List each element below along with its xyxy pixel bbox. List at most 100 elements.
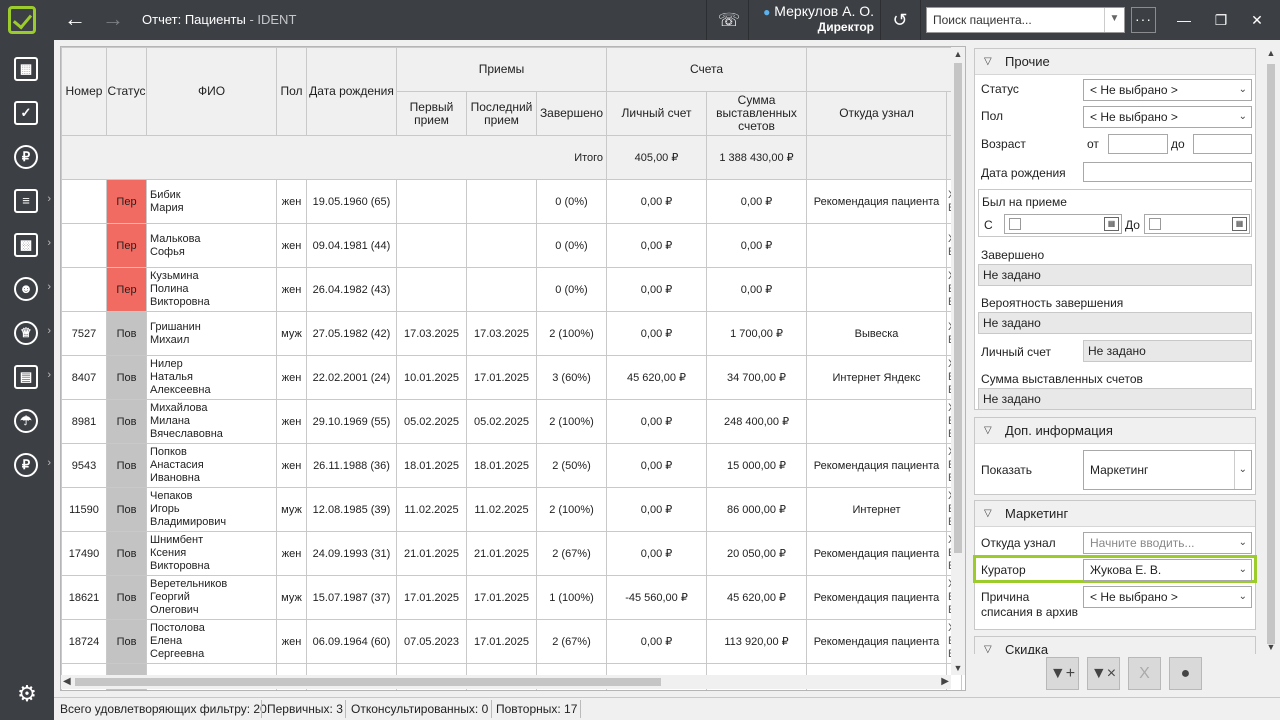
apply-filter-button[interactable]: ▼+ [1046, 657, 1079, 690]
nav-patients[interactable]: ☻ › [0, 269, 54, 309]
close-button[interactable]: ✕ [1245, 8, 1269, 32]
show-select[interactable]: Маркетинг ⌄ [1083, 450, 1252, 490]
scroll-down-icon[interactable]: ▼ [951, 663, 965, 673]
scroll-up-icon[interactable]: ▲ [951, 49, 965, 59]
umbrella-icon: ☂ [14, 409, 38, 433]
nav-inventory[interactable]: ▤ › [0, 357, 54, 397]
nav-insurance[interactable]: ☂ [0, 401, 54, 441]
table-row[interactable]: 18724 Пов Постолова Елена Сергеевна жен 06.09.… [61, 619, 963, 664]
cell-completed: 2 (100%) [535, 399, 608, 444]
probability-range[interactable]: Не задано [978, 312, 1252, 334]
nav-dental[interactable]: ♕ › [0, 313, 54, 353]
table-row[interactable]: Пер Малькова Софья жен 09.04.1981 (44) 0 (0%)… [61, 223, 963, 268]
filter-add-icon: ▼+ [1049, 665, 1076, 682]
sex-select[interactable]: < Не выбрано > ⌄ [1083, 106, 1252, 128]
header-source[interactable]: Откуда узнал [806, 91, 948, 136]
nav-calculator[interactable]: ≡ › [0, 181, 54, 221]
maximize-button[interactable]: ❐ [1209, 8, 1233, 32]
table-row[interactable]: 8981 Пов Михайлова Милана Вячеславовна жен 29.… [61, 399, 963, 444]
nav-visits[interactable]: ✓ [0, 93, 54, 133]
header-personal-account[interactable]: Личный счет [606, 91, 708, 136]
forward-arrow-icon[interactable]: → [98, 6, 128, 34]
cell-birth: 12.08.1985 (39) [306, 487, 397, 532]
refresh-icon[interactable]: ↺ [886, 8, 914, 32]
archive-reason-select[interactable]: < Не выбрано > ⌄ [1083, 586, 1252, 608]
message-button[interactable]: ● [1169, 657, 1202, 690]
header-birth[interactable]: Дата рождения [306, 47, 397, 136]
header-invoiced-sum[interactable]: Сумма выставленных счетов [706, 91, 808, 136]
section-header-other[interactable]: ▽ Прочие [975, 49, 1255, 75]
chevron-down-icon: ▽ [984, 644, 992, 654]
scroll-up-icon[interactable]: ▲ [1264, 48, 1278, 58]
scroll-thumb[interactable] [75, 678, 661, 686]
cell-personal-account: 0,00 ₽ [606, 267, 708, 312]
age-from-input[interactable] [1108, 134, 1168, 154]
table-row[interactable]: 7527 Пов Гришанин Михаил муж 27.05.1982 (42) 1… [61, 311, 963, 356]
fio-part: Софья [150, 245, 185, 258]
section-header-discount[interactable]: ▽ Скидка [975, 637, 1255, 654]
filter-scrollbar[interactable]: ▲ ▼ [1264, 46, 1278, 654]
calendar-icon[interactable]: ▦ [1104, 217, 1119, 231]
checkbox[interactable] [1149, 218, 1161, 230]
patient-search[interactable]: ▼ [926, 7, 1125, 33]
header-completed[interactable]: Завершено [535, 91, 608, 136]
nav-loyalty[interactable]: ₽ › [0, 445, 54, 485]
age-to-input[interactable] [1193, 134, 1252, 154]
table-row[interactable]: 8407 Пов Нилер Наталья Алексеевна жен 22.02.20… [61, 355, 963, 400]
nav-schedule[interactable]: ▦ [0, 49, 54, 89]
table-row[interactable]: 11590 Пов Чепаков Игорь Владимирович муж 12.08… [61, 487, 963, 532]
status-select[interactable]: < Не выбрано > ⌄ [1083, 79, 1252, 101]
back-arrow-icon[interactable]: ← [60, 6, 90, 34]
section-header-extra[interactable]: ▽ Доп. информация [975, 418, 1255, 444]
chevron-right-icon: › [47, 281, 51, 293]
gear-icon[interactable]: ⚙ [13, 680, 41, 708]
header-status[interactable]: Статус [106, 47, 147, 136]
app-logo-icon[interactable] [8, 6, 36, 34]
cell-source [806, 223, 948, 268]
clear-filter-button[interactable]: ▼× [1087, 657, 1120, 690]
status-badge: Пов [106, 619, 147, 664]
table-row[interactable]: 18621 Пов Веретельников Георгий Олегович муж 1… [61, 575, 963, 620]
account-range[interactable]: Не задано [1083, 340, 1252, 362]
header-sex[interactable]: Пол [276, 47, 307, 136]
table-row[interactable]: Пер Бибик Мария жен 19.05.1960 (65) 0 (0%) 0,0… [61, 179, 963, 224]
visited-from-date[interactable]: ▦ [1004, 214, 1122, 234]
grid-horizontal-scrollbar[interactable]: ◀ ▶ [61, 675, 951, 689]
cell-first-visit: 11.02.2025 [396, 487, 467, 532]
table-row[interactable]: Пер Кузьмина Полина Викторовна жен 26.04.1982… [61, 267, 963, 312]
calendar-icon[interactable]: ▦ [1232, 217, 1247, 231]
header-first-visit[interactable]: Первый прием [396, 91, 467, 136]
scroll-left-icon[interactable]: ◀ [63, 675, 71, 689]
source-select[interactable]: Начните вводить... ⌄ [1083, 532, 1252, 554]
user-block[interactable]: ● Меркулов А. О. Директор [748, 3, 874, 34]
grid-vertical-scrollbar[interactable]: ▲ ▼ [951, 47, 965, 675]
ruble-hand-icon: ₽ [14, 453, 38, 477]
checkbox[interactable] [1009, 218, 1021, 230]
birth-date-input[interactable] [1083, 162, 1252, 182]
table-row[interactable]: 9543 Пов Попков Анастасия Ивановна жен 26.11.1… [61, 443, 963, 488]
cell-first-visit [396, 179, 467, 224]
scroll-thumb[interactable] [1267, 64, 1275, 644]
visited-to-date[interactable]: ▦ [1144, 214, 1250, 234]
header-last-visit[interactable]: Последний прием [466, 91, 537, 136]
table-row[interactable]: 17490 Пов Шнимбент Ксения Викторовна жен 24.09… [61, 531, 963, 576]
probability-label: Вероятность завершения [981, 296, 1124, 310]
patient-search-input[interactable] [927, 8, 1103, 32]
chevron-down-icon[interactable]: ▼ [1104, 8, 1124, 32]
invoiced-range[interactable]: Не задано [978, 388, 1252, 410]
more-button[interactable]: ··· [1131, 7, 1156, 33]
scroll-thumb[interactable] [954, 63, 962, 553]
header-fio[interactable]: ФИО [146, 47, 277, 136]
nav-finance[interactable]: ₽ [0, 137, 54, 177]
minimize-button[interactable]: — [1172, 8, 1196, 32]
scroll-right-icon[interactable]: ▶ [941, 675, 949, 689]
completed-range[interactable]: Не задано [978, 264, 1252, 286]
section-header-marketing[interactable]: ▽ Маркетинг [975, 501, 1255, 527]
nav-reports[interactable]: ▩ › [0, 225, 54, 265]
curator-select[interactable]: Жукова Е. В. ⌄ [1083, 559, 1252, 581]
export-excel-button[interactable]: X [1128, 657, 1161, 690]
scroll-down-icon[interactable]: ▼ [1264, 642, 1278, 652]
header-number[interactable]: Номер [61, 47, 107, 136]
phone-icon[interactable]: ☏ [716, 8, 742, 32]
cell-completed: 2 (50%) [535, 443, 608, 488]
